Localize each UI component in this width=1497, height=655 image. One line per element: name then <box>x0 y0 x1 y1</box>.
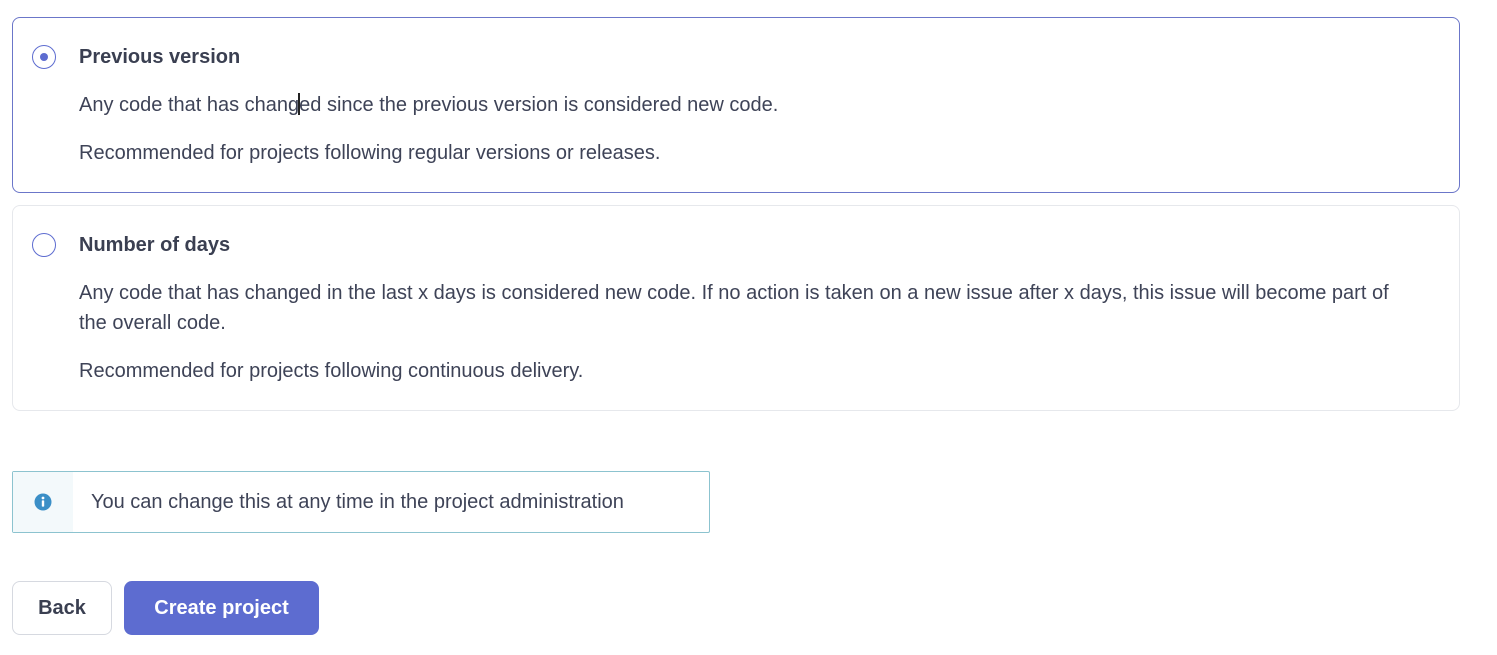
description-text-part-1: Any code that has chang <box>79 94 300 116</box>
option-card-number-of-days[interactable]: Number of days Any code that has changed… <box>12 205 1460 411</box>
option-description-previous-version: Any code that has changed since the prev… <box>79 90 1419 120</box>
info-icon <box>34 493 52 511</box>
option-card-previous-version[interactable]: Previous version Any code that has chang… <box>12 17 1460 193</box>
radio-selected-dot <box>40 53 48 61</box>
info-alert: You can change this at any time in the p… <box>12 471 710 533</box>
option-recommendation-number-of-days: Recommended for projects following conti… <box>79 360 584 382</box>
radio-number-of-days[interactable] <box>32 233 56 257</box>
back-button[interactable]: Back <box>12 581 112 635</box>
radio-previous-version[interactable] <box>32 45 56 69</box>
create-project-button[interactable]: Create project <box>124 581 319 635</box>
info-icon-cell <box>13 472 73 532</box>
option-recommendation-previous-version: Recommended for projects following regul… <box>79 142 661 164</box>
option-title-number-of-days: Number of days <box>79 234 231 256</box>
option-title-previous-version: Previous version <box>79 46 241 68</box>
option-description-number-of-days: Any code that has changed in the last x … <box>79 282 1389 334</box>
description-text-part-2: ed since the previous version is conside… <box>299 94 779 116</box>
info-text: You can change this at any time in the p… <box>91 490 624 513</box>
